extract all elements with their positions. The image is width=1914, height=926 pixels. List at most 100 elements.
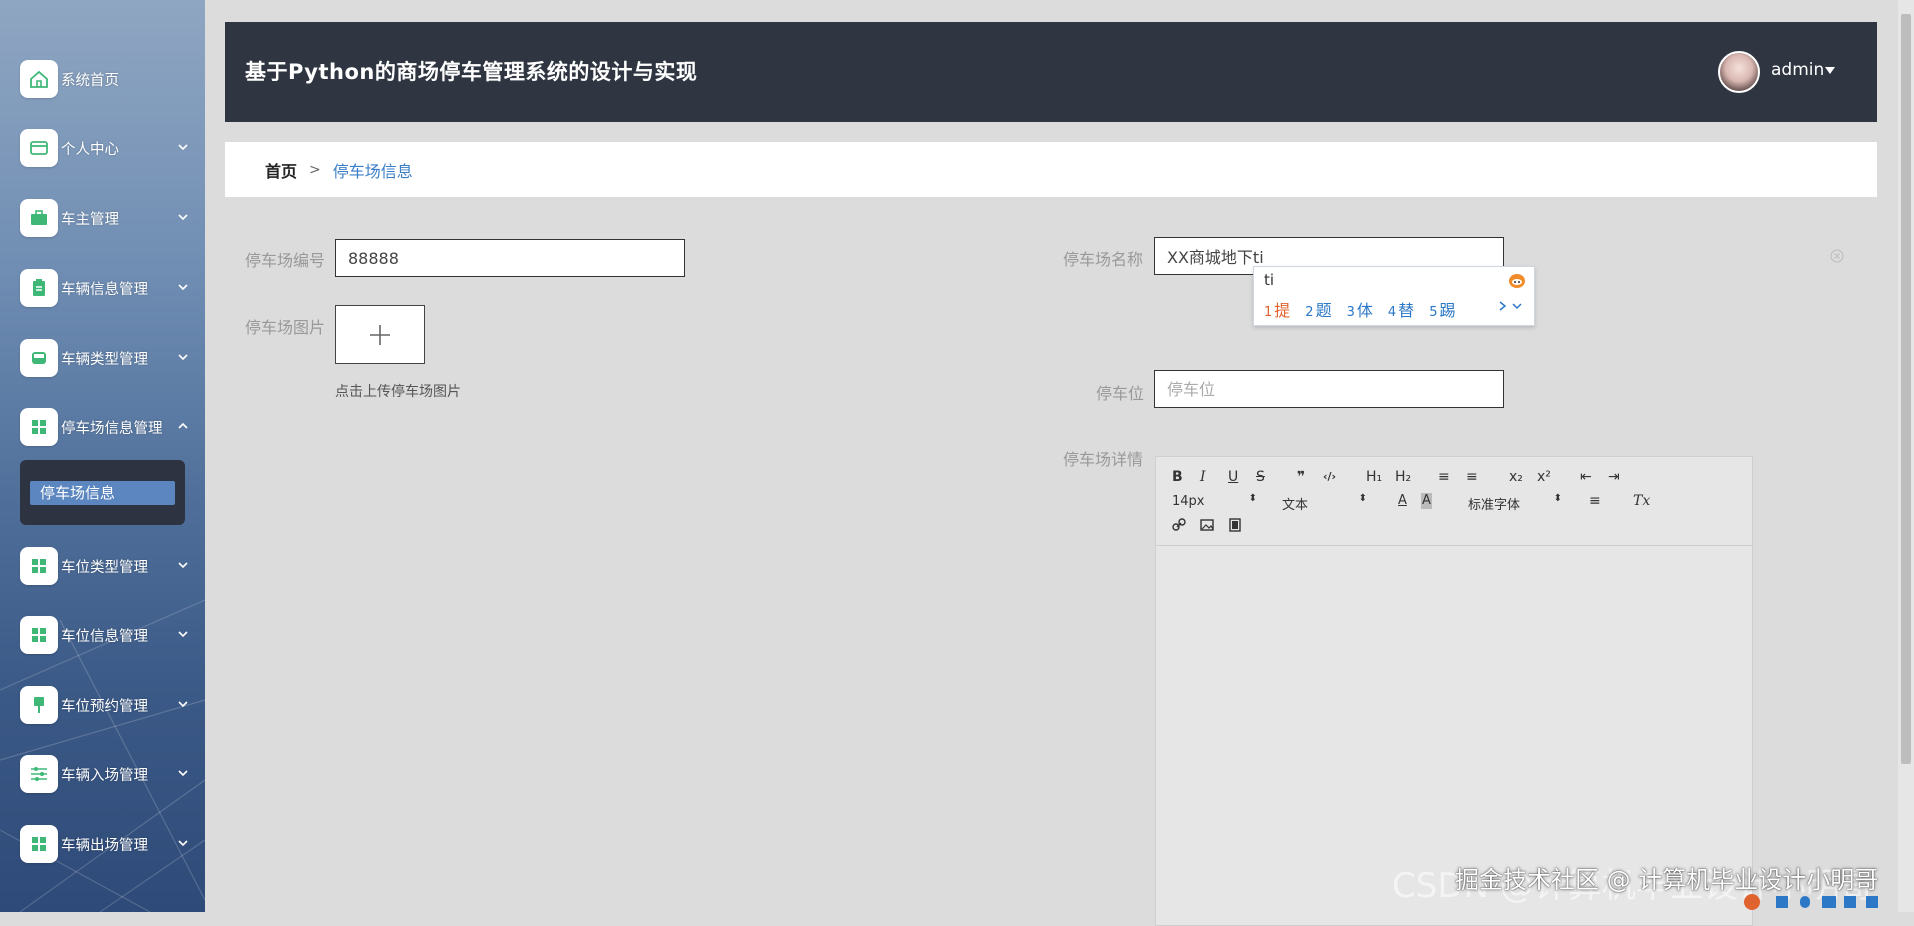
sidebar-item-owner[interactable]: 车主管理 xyxy=(20,198,200,238)
sidebar-icon-tile xyxy=(20,616,58,654)
sidebar-item-label: 车位信息管理 xyxy=(61,628,148,645)
ime-candidate[interactable]: 1提 xyxy=(1264,297,1290,321)
name-label: 停车场名称 xyxy=(1063,250,1144,269)
font-family-select[interactable]: 标准字体 ⬍ xyxy=(1468,493,1562,513)
sidebar-icon-tile xyxy=(20,199,58,237)
ime-logo-icon xyxy=(1509,274,1525,288)
sidebar-item-parking-info[interactable]: 停车场信息管理 xyxy=(20,407,200,447)
font-size-value: 14px xyxy=(1172,494,1205,509)
grid-icon xyxy=(32,559,46,573)
ime-candidate[interactable]: 5踢 xyxy=(1429,297,1455,321)
subscript-button[interactable]: x₂ xyxy=(1509,469,1523,485)
chevron-down-icon xyxy=(178,354,188,361)
sidebar-item-label: 车主管理 xyxy=(61,211,119,228)
link-icon[interactable] xyxy=(1172,518,1186,532)
ime-candidates: 1提 2题 3体 4替 5踢 xyxy=(1264,297,1470,321)
clear-icon[interactable] xyxy=(1830,249,1844,263)
code-input[interactable] xyxy=(335,239,685,277)
ime-candidate-number: 1 xyxy=(1264,305,1273,320)
sidebar-item-label: 车辆出场管理 xyxy=(61,837,148,854)
clean-format-button[interactable]: Tx xyxy=(1633,493,1650,509)
sidebar-icon-tile xyxy=(20,129,58,167)
blockquote-button[interactable]: ❞ xyxy=(1297,469,1305,485)
outdent-button[interactable]: ⇤ xyxy=(1580,469,1592,485)
strike-button[interactable]: S xyxy=(1256,469,1265,485)
ordered-list-button[interactable]: ≡ xyxy=(1438,469,1450,485)
background-color-button[interactable]: A xyxy=(1421,493,1432,509)
sidebar-item-profile[interactable]: 个人中心 xyxy=(20,128,200,168)
bullet-list-button[interactable]: ≡ xyxy=(1466,469,1478,485)
pin-icon xyxy=(34,697,44,713)
user-avatar[interactable] xyxy=(1718,51,1760,93)
indent-button[interactable]: ⇥ xyxy=(1608,469,1620,485)
top-header: 基于Python的商场停车管理系统的设计与实现 admin xyxy=(225,22,1877,122)
select-arrow-icon: ⬍ xyxy=(1358,493,1367,504)
header-select[interactable]: 文本 ⬍ xyxy=(1282,493,1367,513)
breadcrumb: 首页 > 停车场信息 xyxy=(225,142,1877,197)
sidebar-item-label: 停车场信息管理 xyxy=(61,420,163,437)
ime-candidate-popup: ti 1提2题3体4替5踢 xyxy=(1253,266,1535,326)
ime-candidate[interactable]: 3体 xyxy=(1347,297,1373,321)
sidebar-icon-tile xyxy=(20,269,58,307)
ime-tray-icons xyxy=(1744,894,1878,910)
ime-candidate-char: 踢 xyxy=(1439,301,1456,320)
h2-button[interactable]: H₂ xyxy=(1395,469,1411,485)
ime-candidate[interactable]: 4替 xyxy=(1388,297,1414,321)
sidebar-icon-tile xyxy=(20,339,58,377)
image-icon[interactable] xyxy=(1200,518,1214,532)
sidebar-item-vehicle-exit[interactable]: 车辆出场管理 xyxy=(20,824,200,864)
chevron-more-icon[interactable] xyxy=(1498,299,1524,313)
ime-candidate-char: 体 xyxy=(1356,301,1373,320)
font-family-value: 标准字体 xyxy=(1468,498,1521,513)
sidebar-item-label: 车位预约管理 xyxy=(61,698,148,715)
sidebar-item-label: 车辆信息管理 xyxy=(61,281,148,298)
sidebar-icon-tile xyxy=(20,547,58,585)
align-button[interactable]: ≡ xyxy=(1589,493,1601,509)
chevron-down-icon xyxy=(178,144,188,151)
clipboard-icon xyxy=(33,279,45,296)
breadcrumb-current: 停车场信息 xyxy=(332,161,413,181)
page-scrollbar[interactable] xyxy=(1898,0,1914,912)
sidebar-item-spot-booking[interactable]: 车位预约管理 xyxy=(20,685,200,725)
italic-button[interactable]: I xyxy=(1200,469,1206,485)
ime-candidate-char: 替 xyxy=(1398,301,1415,320)
font-size-select[interactable]: 14px ⬍ xyxy=(1172,493,1257,509)
car-icon xyxy=(32,352,46,364)
chevron-down-icon xyxy=(178,284,188,291)
caret-down-icon[interactable] xyxy=(1825,67,1835,75)
breadcrumb-home[interactable]: 首页 xyxy=(265,158,297,182)
underline-button[interactable]: U xyxy=(1228,469,1238,485)
code-label: 停车场编号 xyxy=(245,251,326,270)
sidebar-item-label: 车辆入场管理 xyxy=(61,767,148,784)
sliders-icon xyxy=(31,767,47,781)
chevron-down-icon xyxy=(178,631,188,638)
image-label: 停车场图片 xyxy=(245,318,326,337)
scrollbar-thumb[interactable] xyxy=(1901,14,1911,764)
user-name[interactable]: admin xyxy=(1771,60,1824,80)
bold-button[interactable]: B xyxy=(1172,469,1183,485)
sidebar-icon-tile xyxy=(20,686,58,724)
ime-candidate-number: 5 xyxy=(1429,305,1438,320)
sidebar-item-spot-info[interactable]: 车位信息管理 xyxy=(20,615,200,655)
spots-input[interactable] xyxy=(1154,370,1504,408)
sidebar-item-vehicle-info[interactable]: 车辆信息管理 xyxy=(20,268,200,308)
briefcase-icon xyxy=(31,210,47,225)
image-upload-button[interactable] xyxy=(335,305,425,364)
submenu-item-parking-info[interactable]: 停车场信息 xyxy=(30,481,175,505)
sidebar-item-home[interactable]: 系统首页 xyxy=(20,59,200,99)
code-block-button[interactable]: ‹/› xyxy=(1323,469,1336,485)
font-color-button[interactable]: A xyxy=(1398,493,1407,509)
ime-candidate-number: 2 xyxy=(1305,305,1314,320)
select-arrow-icon: ⬍ xyxy=(1553,493,1562,504)
sidebar-icon-tile xyxy=(20,60,58,98)
h1-button[interactable]: H₁ xyxy=(1366,469,1382,485)
chevron-down-icon xyxy=(178,214,188,221)
chevron-down-icon xyxy=(178,562,188,569)
sidebar-item-vehicle-type[interactable]: 车辆类型管理 xyxy=(20,338,200,378)
video-icon[interactable] xyxy=(1228,518,1242,532)
sidebar-item-vehicle-entry[interactable]: 车辆入场管理 xyxy=(20,754,200,794)
ime-candidate[interactable]: 2题 xyxy=(1305,297,1331,321)
chevron-down-icon xyxy=(178,840,188,847)
sidebar-item-spot-type[interactable]: 车位类型管理 xyxy=(20,546,200,586)
superscript-button[interactable]: x² xyxy=(1537,469,1551,485)
